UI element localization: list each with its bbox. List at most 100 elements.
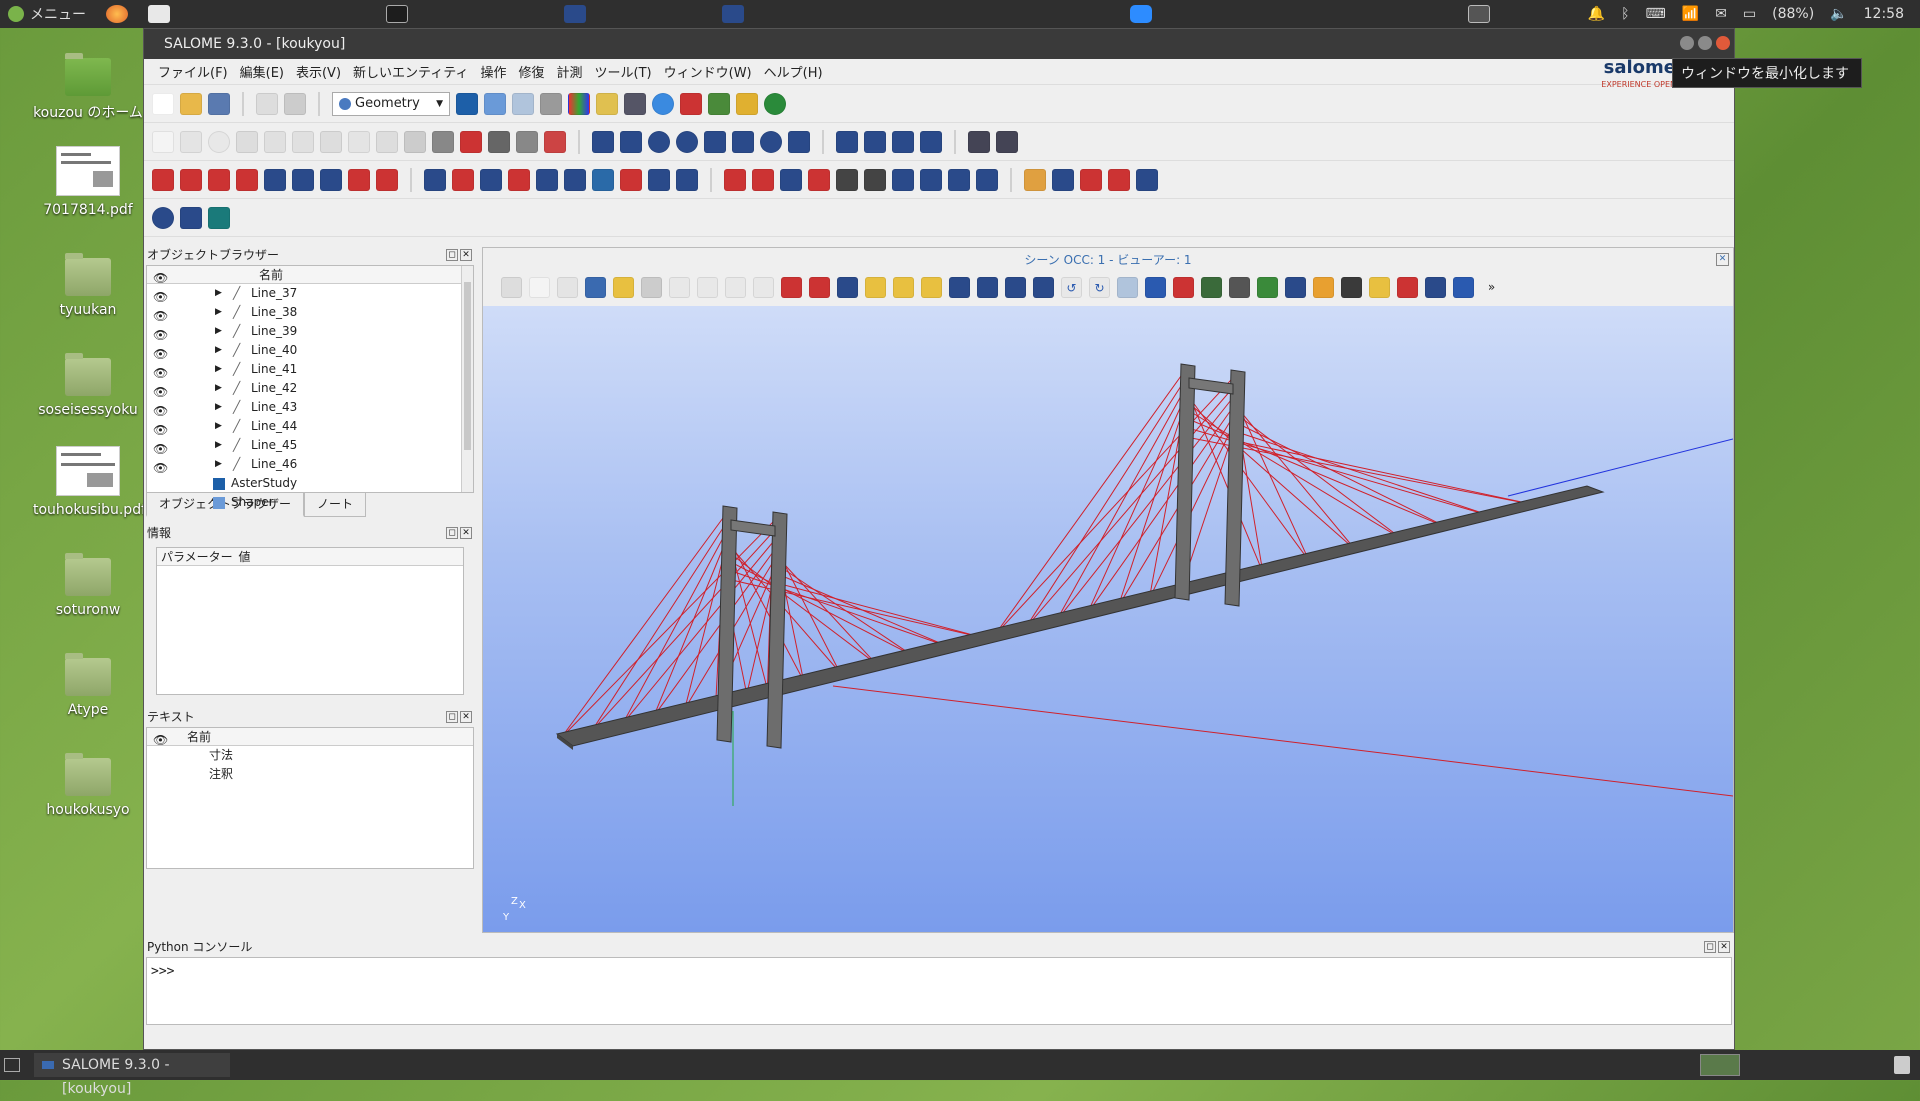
volume-icon[interactable]: 🔈: [1830, 6, 1847, 22]
what-is-icon[interactable]: [1052, 168, 1074, 191]
face-icon[interactable]: [292, 168, 314, 191]
graph-icon[interactable]: [736, 92, 758, 115]
select-poly-icon[interactable]: [613, 276, 634, 298]
workspace-switcher-icon[interactable]: [1700, 1054, 1740, 1076]
expand-arrow-icon[interactable]: ▶: [215, 303, 222, 322]
pipe-icon[interactable]: [236, 168, 258, 191]
axis-line-z[interactable]: [832, 685, 1733, 797]
glue-icon[interactable]: [892, 168, 914, 191]
terminal-icon[interactable]: [386, 5, 408, 23]
partition-icon[interactable]: [724, 168, 746, 191]
box-icon[interactable]: [592, 130, 614, 153]
expand-arrow-icon[interactable]: ▶: [215, 417, 222, 436]
scaling-icon[interactable]: [1229, 276, 1250, 298]
parameter-column-header[interactable]: パラメーター: [161, 550, 233, 564]
stay-cable[interactable]: [622, 537, 724, 724]
isoline-icon[interactable]: [516, 130, 538, 153]
float-dock-icon[interactable]: ◻: [1704, 941, 1716, 953]
tree-item-module[interactable]: AsterStudy: [147, 474, 473, 493]
tree-item-line[interactable]: 👁 ▶ ╱ Line_43: [147, 398, 473, 418]
menu-file[interactable]: ファイル(F): [152, 62, 234, 81]
tree-item-module[interactable]: Shaper: [147, 493, 473, 512]
polyline-icon[interactable]: [376, 130, 398, 153]
rotate-icon[interactable]: [837, 276, 858, 298]
sewing-icon[interactable]: [864, 168, 886, 191]
axis-line-x[interactable]: [1507, 438, 1733, 497]
python-console-input[interactable]: >>>: [146, 957, 1732, 1025]
disk-shape-icon[interactable]: [152, 206, 174, 229]
rotate-clockwise-icon[interactable]: ↻: [1089, 276, 1110, 298]
expand-arrow-icon[interactable]: ▶: [215, 322, 222, 341]
measure-icon[interactable]: [968, 130, 990, 153]
fillet-icon[interactable]: [780, 168, 802, 191]
stay-cable[interactable]: [1180, 395, 1356, 551]
mouse-mode-icon[interactable]: [529, 276, 550, 298]
visibility-eye-icon[interactable]: 👁: [153, 345, 168, 361]
curve-icon[interactable]: [292, 130, 314, 153]
surface-from-face-icon[interactable]: [544, 130, 566, 153]
notification-icon[interactable]: 🔔: [1588, 6, 1605, 22]
close-dock-icon[interactable]: ✕: [1718, 941, 1730, 953]
menu-operations[interactable]: 操作: [474, 62, 512, 81]
synchronize-view-icon[interactable]: [1453, 276, 1474, 298]
tower-leg[interactable]: [1174, 363, 1196, 601]
menu-view[interactable]: 表示(V): [290, 62, 347, 81]
stay-cable[interactable]: [1230, 399, 1357, 551]
value-column-header[interactable]: 値: [238, 550, 250, 564]
top-view-icon[interactable]: [949, 276, 970, 298]
environment-texture-icon[interactable]: [1369, 276, 1390, 298]
float-dock-icon[interactable]: ◻: [446, 711, 458, 723]
desktop-icon-folder[interactable]: tyuukan: [33, 253, 143, 318]
stereo-mode-icon[interactable]: [1313, 276, 1334, 298]
light-source-icon[interactable]: [1397, 276, 1418, 298]
bottom-view-icon[interactable]: [977, 276, 998, 298]
location-icon[interactable]: [480, 168, 502, 191]
plane-icon[interactable]: [348, 130, 370, 153]
tree-item-line[interactable]: 👁 ▶ ╱ Line_45: [147, 436, 473, 456]
check-shape-icon[interactable]: [1024, 168, 1046, 191]
shading-mode-icon[interactable]: [1145, 276, 1166, 298]
close-contour-icon[interactable]: [948, 168, 970, 191]
visibility-eye-icon[interactable]: 👁: [153, 383, 168, 399]
close-dock-icon[interactable]: ✕: [460, 527, 472, 539]
stay-cable[interactable]: [1025, 389, 1232, 629]
stay-cable[interactable]: [1230, 429, 1496, 518]
open-folder-icon[interactable]: [180, 92, 202, 115]
visibility-eye-icon[interactable]: 👁: [153, 326, 168, 342]
bridge-deck[interactable]: [555, 485, 1605, 747]
text-editor-icon[interactable]: [148, 5, 170, 23]
cone-icon[interactable]: [704, 130, 726, 153]
float-dock-icon[interactable]: ◻: [446, 249, 458, 261]
paste-icon[interactable]: [284, 92, 306, 115]
projection-icon[interactable]: [592, 168, 614, 191]
sphere-icon[interactable]: [648, 130, 670, 153]
back-view-icon[interactable]: [921, 276, 942, 298]
visibility-eye-icon[interactable]: 👁: [153, 402, 168, 418]
chamfer-icon[interactable]: [808, 168, 830, 191]
expand-arrow-icon[interactable]: ▶: [215, 455, 222, 474]
filling-icon[interactable]: [208, 168, 230, 191]
mirror-icon[interactable]: [508, 168, 530, 191]
arc-icon[interactable]: [264, 130, 286, 153]
yacs-module-icon[interactable]: [596, 92, 618, 115]
expand-arrow-icon[interactable]: ▶: [215, 341, 222, 360]
multi-translation-icon[interactable]: [620, 168, 642, 191]
interaction-style-icon[interactable]: [557, 276, 578, 298]
eficas-icon[interactable]: [764, 92, 786, 115]
dump-view-icon[interactable]: [501, 276, 522, 298]
ellipse-icon[interactable]: [236, 130, 258, 153]
mail-icon[interactable]: ✉: [1715, 6, 1727, 22]
cut-icon[interactable]: [892, 130, 914, 153]
save-icon[interactable]: [208, 92, 230, 115]
stay-cable[interactable]: [1230, 439, 1542, 507]
visibility-eye-icon[interactable]: 👁: [153, 288, 168, 304]
stay-cable[interactable]: [1180, 385, 1310, 562]
menu-edit[interactable]: 編集(E): [234, 62, 290, 81]
rotation-icon[interactable]: [452, 168, 474, 191]
new-document-icon[interactable]: [152, 92, 174, 115]
menu-window[interactable]: ウィンドウ(W): [658, 62, 758, 81]
thickness-icon[interactable]: [264, 168, 286, 191]
point-icon[interactable]: [152, 130, 174, 153]
visibility-eye-icon[interactable]: 👁: [153, 364, 168, 380]
zoom-icon[interactable]: [753, 276, 774, 298]
